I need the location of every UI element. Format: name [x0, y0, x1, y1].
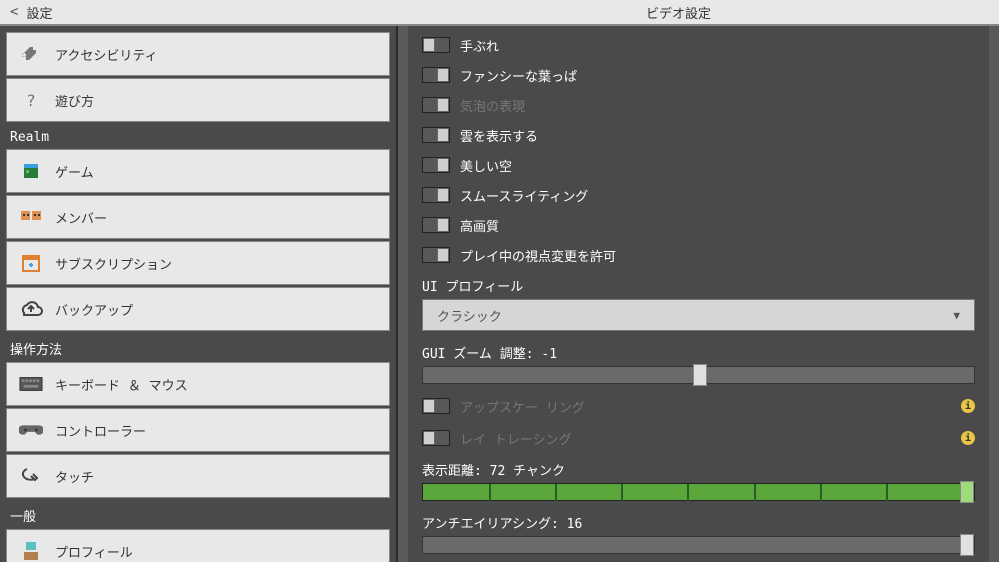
sidebar-scrollbar[interactable] [398, 26, 408, 562]
sidebar-item-label: 遊び方 [55, 91, 94, 110]
sidebar-item-accessibility[interactable]: アクセシビリティ [6, 32, 390, 76]
toggle-row: プレイ中の視点変更を許可 [422, 240, 975, 270]
toggle-knob [437, 218, 449, 232]
toggle-knob [437, 98, 449, 112]
sidebar-item-backup[interactable]: バックアップ [6, 287, 390, 331]
toggle-label: 美しい空 [460, 156, 512, 175]
sidebar-item-label: タッチ [55, 467, 94, 486]
sidebar-item-how-to-play[interactable]: ? 遊び方 [6, 78, 390, 122]
render-distance-label: 表示距離: 72 チャンク [422, 454, 975, 483]
sidebar-item-label: バックアップ [55, 300, 133, 319]
toggle-switch[interactable] [422, 247, 450, 263]
chevron-down-icon: ▼ [953, 309, 960, 322]
toggle-switch[interactable] [422, 217, 450, 233]
toggle-switch [422, 430, 450, 446]
toggle-label: 雲を表示する [460, 126, 538, 145]
section-realm: Realm [6, 124, 390, 149]
toggle-row: 美しい空 [422, 150, 975, 180]
render-distance-slider[interactable] [422, 483, 975, 501]
sidebar-item-game[interactable]: ゲーム [6, 149, 390, 193]
toggle-row: アップスケー リング i [422, 390, 975, 422]
content-scrollbar[interactable] [989, 26, 999, 562]
chevron-left-icon: < [10, 4, 18, 20]
section-general: 一般 [6, 500, 390, 529]
toggle-switch[interactable] [422, 187, 450, 203]
sidebar-item-keyboard[interactable]: キーボード ＆ マウス [6, 362, 390, 406]
toggle-label: レイ トレーシング [460, 429, 572, 448]
question-icon: ? [19, 88, 43, 112]
header-bar: < 設定 ビデオ設定 [0, 0, 999, 26]
keyboard-icon [19, 372, 43, 396]
cloud-upload-icon [19, 297, 43, 321]
sidebar-item-touch[interactable]: タッチ [6, 454, 390, 498]
info-icon[interactable]: i [961, 431, 975, 445]
dropdown-value: クラシック [437, 306, 502, 325]
toggle-label: スムースライティング [460, 186, 588, 205]
toggle-switch[interactable] [422, 67, 450, 83]
calendar-plus-icon [19, 251, 43, 275]
toggle-knob [423, 399, 435, 413]
toggle-label: 手ぶれ [460, 36, 499, 55]
toggle-knob [437, 188, 449, 202]
toggle-label: プレイ中の視点変更を許可 [460, 246, 616, 265]
gamepad-icon [19, 418, 43, 442]
toggle-knob [437, 248, 449, 262]
toggle-label: ファンシーな葉っぱ [460, 66, 577, 85]
sidebar-item-label: ゲーム [55, 162, 94, 181]
ui-profile-label: UI プロフィール [422, 270, 975, 299]
toggle-knob [423, 431, 435, 445]
antialias-slider[interactable] [422, 536, 975, 554]
info-icon[interactable]: i [961, 399, 975, 413]
sidebar-item-label: コントローラー [55, 421, 146, 440]
sidebar-item-label: サブスクリプション [55, 254, 172, 273]
toggle-row: レイ トレーシング i [422, 422, 975, 454]
key-icon [19, 42, 43, 66]
toggle-knob [437, 68, 449, 82]
back-button[interactable]: < 設定 [0, 3, 398, 22]
toggle-row: 高画質 [422, 210, 975, 240]
sidebar-item-profile[interactable]: プロフィール [6, 529, 390, 562]
ui-profile-dropdown[interactable]: クラシック ▼ [422, 299, 975, 331]
toggle-knob [437, 128, 449, 142]
toggle-row: 手ぶれ [422, 30, 975, 60]
gui-zoom-slider[interactable] [422, 366, 975, 384]
toggle-row: ファンシーな葉っぱ [422, 60, 975, 90]
slider-knob[interactable] [960, 481, 974, 503]
toggle-switch[interactable] [422, 127, 450, 143]
sidebar-item-label: アクセシビリティ [55, 45, 158, 64]
slider-knob[interactable] [693, 364, 707, 386]
sidebar-item-label: キーボード ＆ マウス [55, 375, 188, 394]
toggle-label: アップスケー リング [460, 397, 585, 416]
antialias-label: アンチエイリアシング: 16 [422, 507, 975, 536]
profile-icon [19, 539, 43, 562]
toggle-switch [422, 97, 450, 113]
gui-zoom-label: GUI ズーム 調整: -1 [422, 337, 975, 366]
toggle-switch[interactable] [422, 37, 450, 53]
toggle-switch[interactable] [422, 157, 450, 173]
section-controls: 操作方法 [6, 333, 390, 362]
toggle-knob [423, 38, 435, 52]
slider-knob[interactable] [960, 534, 974, 556]
toggle-label: 気泡の表現 [460, 96, 525, 115]
sidebar-item-controller[interactable]: コントローラー [6, 408, 390, 452]
toggle-row: スムースライティング [422, 180, 975, 210]
toggle-label: 高画質 [460, 216, 499, 235]
toggle-row: 雲を表示する [422, 120, 975, 150]
sidebar-item-subscription[interactable]: サブスクリプション [6, 241, 390, 285]
page-title: ビデオ設定 [398, 3, 999, 22]
toggle-knob [437, 158, 449, 172]
content-panel: 手ぶれファンシーな葉っぱ気泡の表現雲を表示する美しい空スムースライティング高画質… [408, 26, 989, 562]
sidebar-item-label: プロフィール [55, 542, 133, 561]
globe-icon [19, 159, 43, 183]
touch-icon [19, 464, 43, 488]
sidebar-item-label: メンバー [55, 208, 107, 227]
sidebar: アクセシビリティ ? 遊び方 Realm ゲーム メンバー [0, 26, 398, 562]
members-icon [19, 205, 43, 229]
toggle-switch [422, 398, 450, 414]
back-label: 設定 [26, 3, 52, 22]
toggle-row: 気泡の表現 [422, 90, 975, 120]
sidebar-item-members[interactable]: メンバー [6, 195, 390, 239]
